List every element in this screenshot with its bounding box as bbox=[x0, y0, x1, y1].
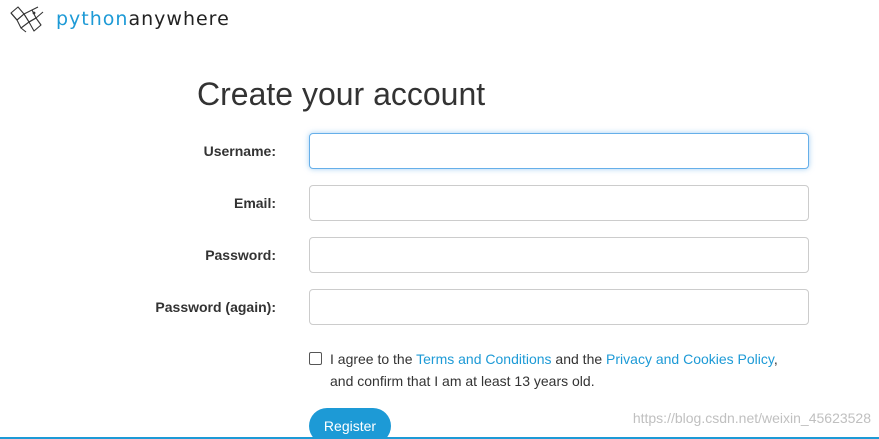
password-row: Password: bbox=[0, 237, 879, 273]
terms-checkbox[interactable] bbox=[309, 352, 322, 365]
terms-and-conditions-link[interactable]: Terms and Conditions bbox=[416, 351, 551, 367]
page-title: Create your account bbox=[197, 76, 486, 112]
password-input[interactable] bbox=[309, 237, 809, 273]
terms-text-prefix: I agree to the bbox=[330, 351, 417, 367]
python-anywhere-logo-icon bbox=[10, 6, 44, 33]
register-button[interactable]: Register bbox=[309, 408, 391, 439]
email-input[interactable] bbox=[309, 185, 809, 221]
logo-text: pythonanywhere bbox=[56, 4, 230, 34]
password-again-row: Password (again): bbox=[0, 289, 879, 325]
privacy-policy-link[interactable]: Privacy and Cookies Policy bbox=[606, 351, 774, 367]
email-label: Email: bbox=[233, 195, 276, 211]
terms-agreement-text: I agree to the Terms and Conditions and … bbox=[330, 348, 778, 392]
password-again-label: Password (again): bbox=[155, 299, 276, 315]
site-logo[interactable]: pythonanywhere bbox=[8, 4, 230, 34]
watermark-text: https://blog.csdn.net/weixin_45623528 bbox=[632, 410, 871, 426]
password-label: Password: bbox=[205, 247, 276, 263]
logo-text-anywhere: anywhere bbox=[128, 8, 230, 30]
username-label: Username: bbox=[203, 143, 276, 159]
age-confirmation-text: and confirm that I am at least 13 years … bbox=[330, 373, 595, 389]
username-row: Username: bbox=[0, 133, 879, 169]
logo-text-python: python bbox=[56, 8, 129, 30]
terms-text-middle: and the bbox=[551, 351, 607, 367]
username-input[interactable] bbox=[309, 133, 809, 169]
email-row: Email: bbox=[0, 185, 879, 221]
password-again-input[interactable] bbox=[309, 289, 809, 325]
terms-text-suffix: , bbox=[773, 351, 778, 367]
